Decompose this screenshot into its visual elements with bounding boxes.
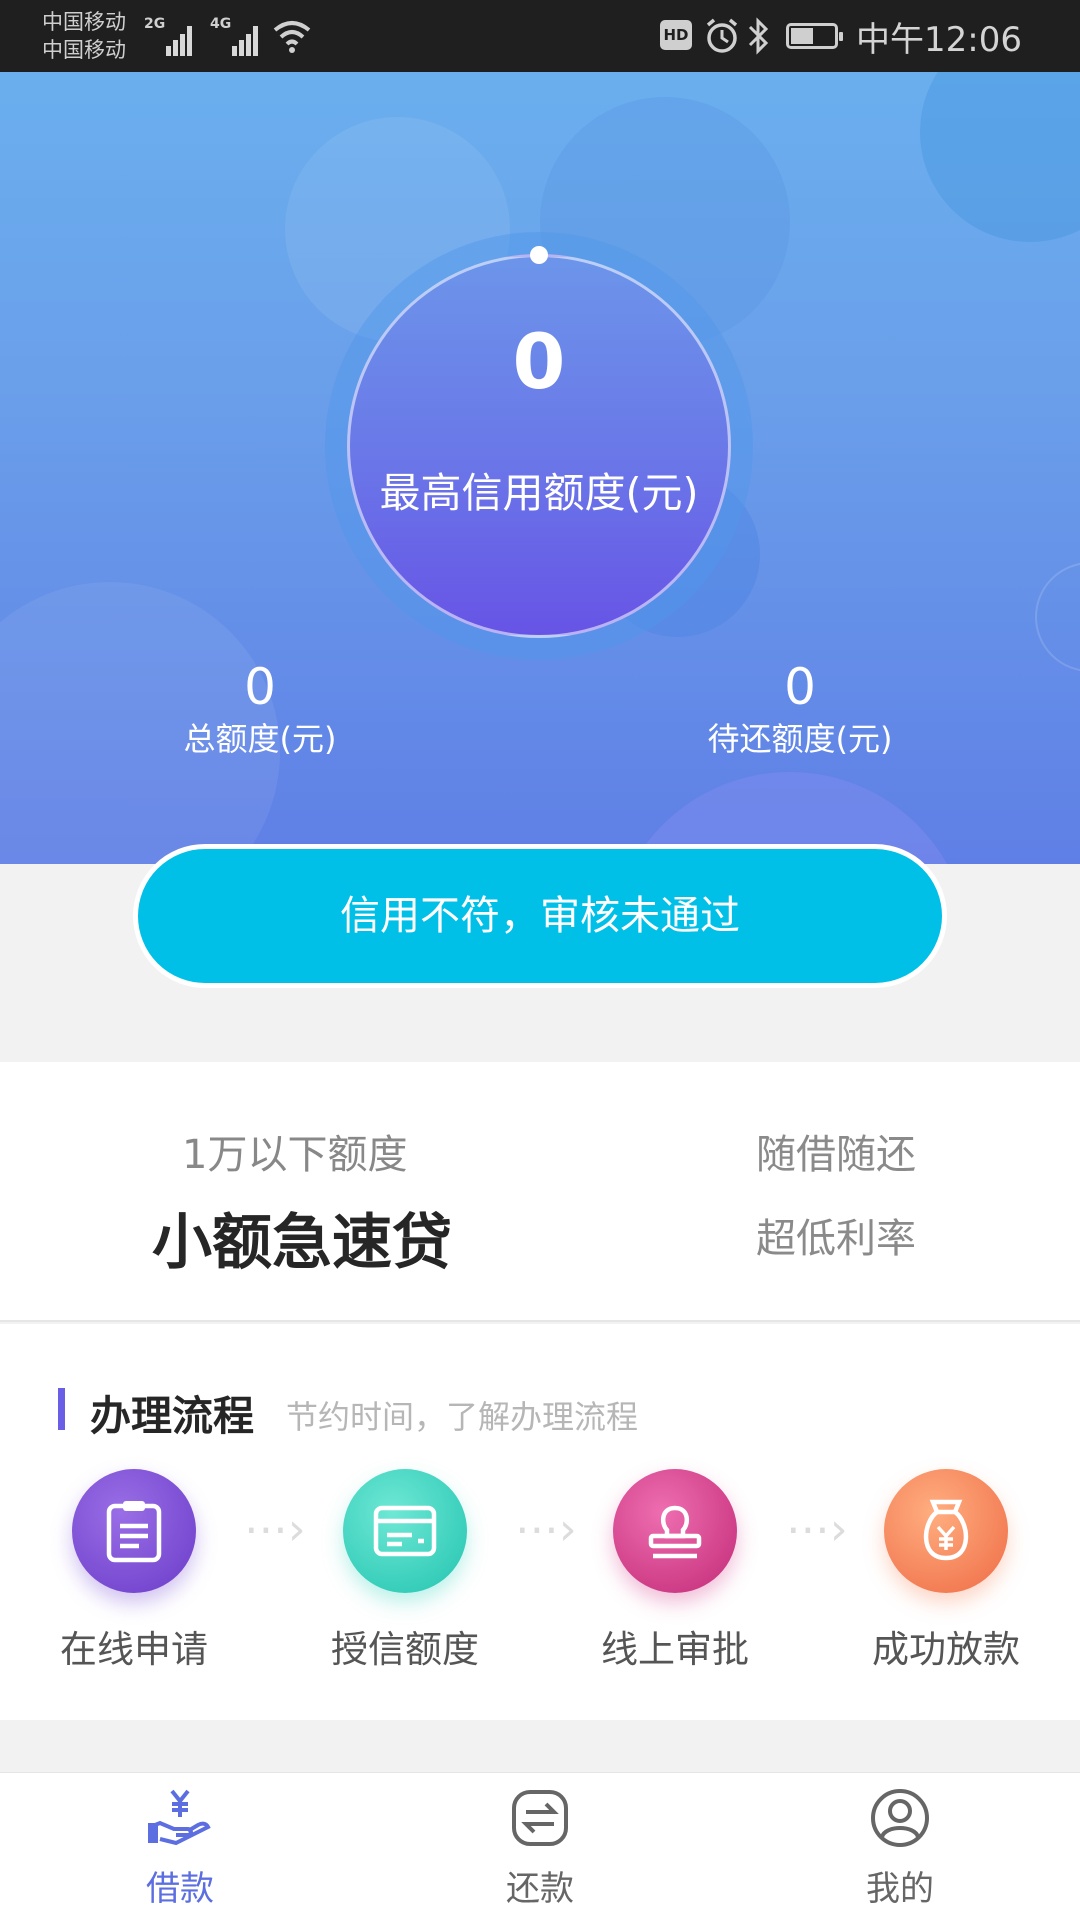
total-credit-label: 总额度(元)	[183, 720, 337, 758]
chevron-right-icon: ⋯›	[515, 1504, 577, 1555]
battery-icon	[786, 23, 843, 49]
bottom-tab-bar: 借款 还款 我的	[0, 1772, 1080, 1920]
carrier-1: 中国移动	[42, 10, 126, 34]
tab-profile[interactable]: 我的	[800, 1787, 1000, 1910]
pending-repay-label: 待还额度(元)	[707, 720, 893, 758]
product-feature-2: 超低利率	[756, 1216, 916, 1262]
pending-repay-value: 0	[784, 658, 816, 716]
process-subtitle: 节约时间，了解办理流程	[286, 1398, 639, 1436]
grey-gap	[0, 1720, 1080, 1772]
decor-bubble	[1035, 562, 1080, 672]
product-card[interactable]: 1万以下额度 小额急速贷 随借随还 超低利率	[0, 1062, 1080, 1322]
process-step-loan: 成功放款	[846, 1469, 1046, 1673]
process-step-label: 成功放款	[872, 1628, 1020, 1671]
status-time: 中午12:06	[856, 20, 1022, 60]
chevron-right-icon: ⋯›	[244, 1504, 306, 1555]
credit-hero: 0 最高信用额度(元) 0 总额度(元) 0 待还额度(元)	[0, 72, 1080, 864]
max-credit-label: 最高信用额度(元)	[379, 469, 699, 517]
process-step-label: 授信额度	[331, 1628, 479, 1671]
pending-repay-stat: 0 待还额度(元)	[650, 657, 950, 761]
audit-status-button[interactable]: 信用不符，审核未通过	[133, 844, 947, 988]
loan-icon	[148, 1789, 211, 1846]
process-section: 办理流程 节约时间，了解办理流程 在线申请 ⋯› 授信额度 ⋯› 线上审批 ⋯›…	[0, 1324, 1080, 1720]
signal-1-icon: 2G	[144, 16, 192, 56]
max-credit-circle: 0 最高信用额度(元)	[347, 246, 731, 638]
tab-label: 我的	[866, 1869, 934, 1909]
wifi-icon	[273, 21, 311, 53]
process-step-label: 线上审批	[601, 1628, 749, 1671]
signal-2-icon: 4G	[210, 16, 258, 56]
total-credit-stat: 0 总额度(元)	[110, 657, 410, 761]
process-step-credit: 授信额度	[305, 1469, 505, 1673]
decor-bubble	[920, 72, 1080, 242]
carrier-2: 中国移动	[42, 38, 126, 62]
product-subtitle: 1万以下额度	[182, 1132, 408, 1178]
process-title: 办理流程	[90, 1392, 254, 1440]
status-bar: 中国移动 中国移动 2G 4G HD 中午12:06	[0, 0, 1080, 72]
product-feature-1: 随借随还	[756, 1132, 916, 1178]
repay-icon	[512, 1790, 568, 1846]
clipboard-icon	[72, 1469, 196, 1593]
progress-dot	[530, 246, 548, 264]
money-bag-icon	[884, 1469, 1008, 1593]
max-credit-value: 0	[512, 317, 566, 406]
tab-label: 借款	[146, 1869, 214, 1909]
credit-card-icon	[343, 1469, 467, 1593]
stamp-icon	[613, 1469, 737, 1593]
chevron-right-icon: ⋯›	[786, 1504, 848, 1555]
section-accent-bar	[58, 1388, 65, 1430]
tab-label: 还款	[506, 1869, 574, 1909]
tab-loan[interactable]: 借款	[80, 1787, 280, 1910]
carrier-names: 中国移动 中国移动	[42, 8, 126, 64]
total-credit-value: 0	[244, 658, 276, 716]
tab-repay[interactable]: 还款	[440, 1787, 640, 1910]
process-step-approve: 线上审批	[575, 1469, 775, 1673]
product-title: 小额急速贷	[152, 1208, 452, 1278]
hd-icon: HD	[660, 20, 692, 50]
alarm-icon	[706, 18, 738, 53]
profile-icon	[871, 1789, 929, 1847]
process-step-label: 在线申请	[60, 1628, 208, 1671]
process-step-apply: 在线申请	[34, 1469, 234, 1673]
bluetooth-icon	[748, 17, 769, 55]
